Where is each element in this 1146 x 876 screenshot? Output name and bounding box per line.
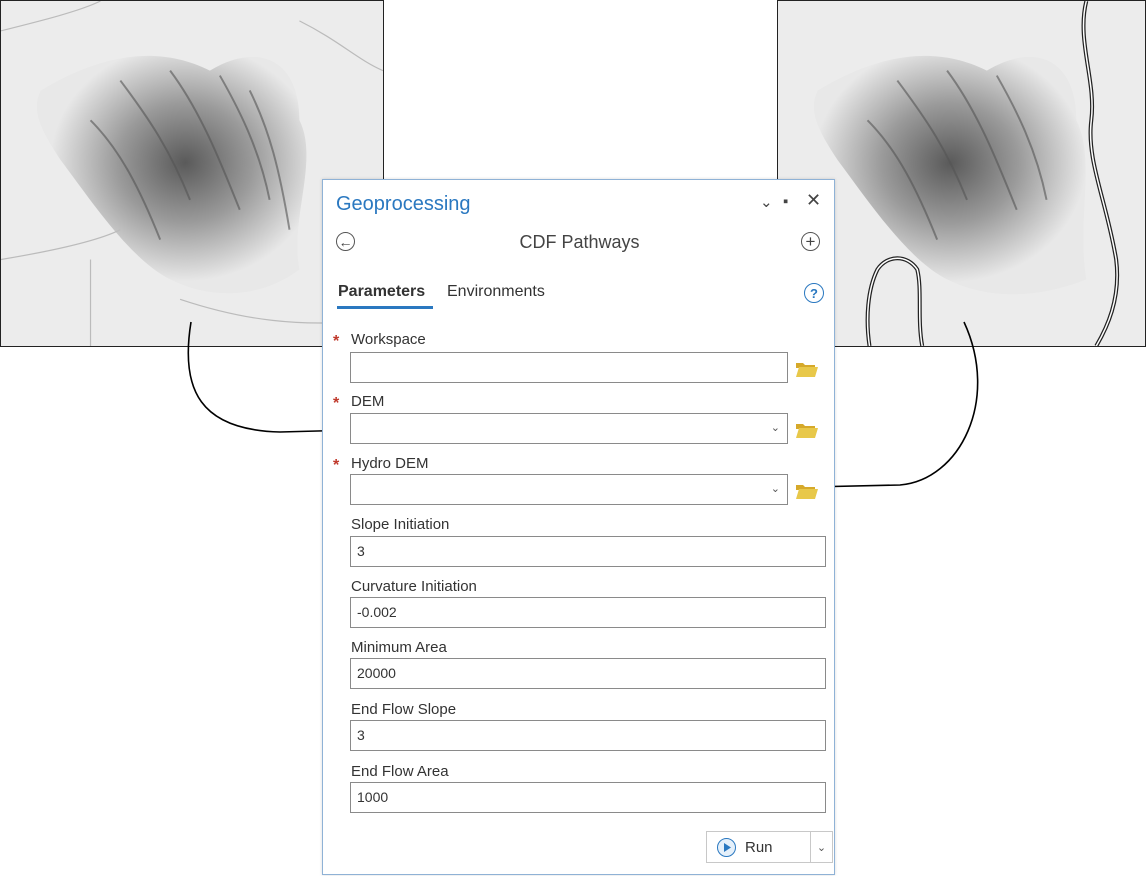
required-marker: * (333, 333, 340, 350)
param-label-curvature-initiation: Curvature Initiation (351, 578, 477, 595)
param-label-workspace: Workspace (351, 331, 426, 348)
maximize-icon[interactable]: ▪ (783, 193, 788, 210)
folder-open-icon[interactable] (795, 360, 819, 378)
run-button[interactable]: Run (706, 831, 811, 863)
folder-open-icon[interactable] (795, 421, 819, 439)
tab-environments[interactable]: Environments (447, 283, 545, 301)
minimum-area-input[interactable]: 20000 (350, 658, 826, 689)
param-label-end-flow-area: End Flow Area (351, 763, 449, 780)
play-icon (717, 837, 736, 857)
chevron-down-icon[interactable]: ⌄ (760, 193, 773, 211)
tool-name: CDF Pathways (519, 232, 640, 252)
param-label-dem: DEM (351, 393, 385, 410)
chevron-down-icon: ⌄ (770, 483, 780, 495)
chevron-down-icon: ⌄ (770, 422, 780, 434)
param-label-minimum-area: Minimum Area (351, 639, 447, 656)
run-label: Run (745, 838, 773, 856)
plus-circle-icon[interactable]: + (801, 232, 820, 251)
param-label-slope-initiation: Slope Initiation (351, 516, 450, 533)
slope-initiation-input[interactable]: 3 (350, 536, 826, 567)
run-options-dropdown[interactable]: ⌄ (811, 831, 833, 863)
chevron-down-icon: ⌄ (816, 841, 827, 854)
required-marker: * (333, 395, 340, 412)
curvature-initiation-input[interactable]: -0.002 (350, 597, 826, 628)
end-flow-area-input[interactable]: 1000 (350, 782, 826, 813)
hydro-dem-dropdown[interactable]: ⌄ (350, 474, 788, 505)
param-label-end-flow-slope: End Flow Slope (351, 701, 457, 718)
active-tab-indicator (337, 306, 433, 309)
param-label-hydro-dem: Hydro DEM (351, 455, 429, 472)
close-icon[interactable]: ✕ (806, 190, 821, 211)
dem-dropdown[interactable]: ⌄ (350, 413, 788, 444)
panel-title: Geoprocessing (336, 193, 471, 215)
help-icon[interactable]: ? (804, 283, 824, 303)
end-flow-slope-input[interactable]: 3 (350, 720, 826, 751)
workspace-input[interactable] (350, 352, 788, 383)
folder-open-icon[interactable] (795, 482, 819, 500)
tab-parameters[interactable]: Parameters (338, 283, 425, 301)
geoprocessing-panel: Geoprocessing ⌄ ▪ ✕ ← CDF Pathways + Par… (322, 179, 835, 875)
required-marker: * (333, 457, 340, 474)
